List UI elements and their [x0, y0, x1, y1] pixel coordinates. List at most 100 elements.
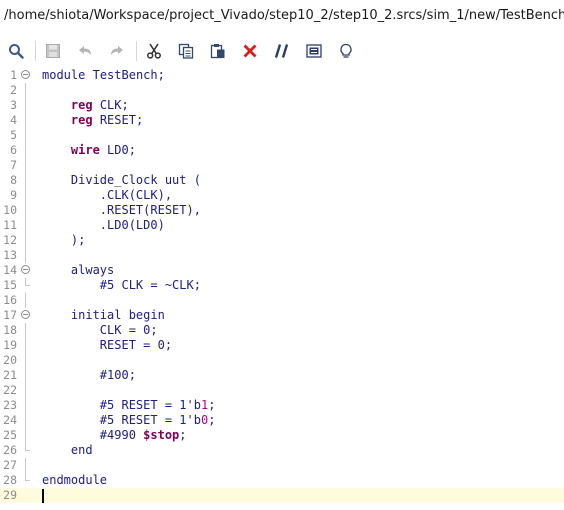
redo-button[interactable]	[104, 39, 130, 63]
code-text: reg CLK;	[42, 98, 129, 113]
toolbar-divider	[136, 41, 137, 61]
copy-button[interactable]	[173, 39, 199, 63]
line-number: 13	[3, 248, 17, 262]
code-line[interactable]: 28 endmodule	[0, 473, 564, 488]
fold-guide	[25, 113, 26, 128]
code-text: endmodule	[42, 473, 107, 488]
line-number: 25	[3, 428, 17, 442]
fold-guide	[25, 338, 26, 353]
line-number: 29	[3, 488, 17, 502]
paste-button[interactable]	[205, 39, 231, 63]
paste-icon	[210, 44, 225, 59]
code-line[interactable]: 18 CLK = 0;	[0, 323, 564, 338]
fold-guide	[25, 353, 26, 368]
code-line[interactable]: 11 .LD0(LD0)	[0, 218, 564, 233]
code-line[interactable]: 25 #4990 $stop;	[0, 428, 564, 443]
code-line[interactable]: 12 );	[0, 233, 564, 248]
lightbulb-icon	[340, 43, 352, 58]
code-token: #4990	[42, 428, 144, 442]
code-line[interactable]: 13	[0, 248, 564, 263]
keyword-token: $stop	[143, 428, 180, 442]
fold-toggle-icon[interactable]	[21, 310, 30, 319]
comment-button[interactable]	[269, 39, 295, 63]
line-number: 2	[10, 83, 17, 97]
code-token: );	[42, 233, 86, 247]
keyword-token: module	[42, 68, 86, 82]
code-token: #5 RESET = 1'b	[42, 413, 201, 427]
code-token: CLK;	[99, 98, 129, 112]
code-text: #4990 $stop;	[42, 428, 187, 443]
fold-guide	[25, 293, 26, 308]
code-line[interactable]: 16	[0, 293, 564, 308]
code-text: .RESET(RESET),	[42, 203, 201, 218]
code-editor[interactable]: 1 module TestBench; 2 3 reg CLK; 4 reg RESET…	[0, 68, 564, 510]
line-number: 21	[3, 368, 17, 382]
fold-guide	[25, 428, 26, 443]
delete-x-icon	[243, 44, 257, 58]
fold-guide	[25, 368, 26, 383]
code-line[interactable]: 15 #5 CLK = ~CLK;	[0, 278, 564, 293]
code-line[interactable]: 2	[0, 83, 564, 98]
code-line[interactable]: 26 end	[0, 443, 564, 458]
code-token: ;	[208, 398, 216, 412]
code-line[interactable]: 14 always	[0, 263, 564, 278]
code-line[interactable]: 23 #5 RESET = 1'b1;	[0, 398, 564, 413]
fold-guide	[25, 233, 26, 248]
fold-toggle-icon[interactable]	[21, 70, 30, 79]
code-line[interactable]: 10 .RESET(RESET),	[0, 203, 564, 218]
fold-guide	[25, 173, 26, 188]
code-line[interactable]: 27	[0, 458, 564, 473]
code-text: #5 RESET = 1'b0;	[42, 413, 216, 428]
line-number: 22	[3, 383, 17, 397]
code-line[interactable]: 7	[0, 158, 564, 173]
code-line[interactable]: 21 #100;	[0, 368, 564, 383]
fold-guide	[25, 248, 26, 263]
fold-guide	[25, 398, 26, 413]
fold-guide	[25, 83, 26, 98]
code-line[interactable]: 19 RESET = 0;	[0, 338, 564, 353]
code-text: Divide_Clock uut (	[42, 173, 201, 188]
block-button[interactable]	[301, 39, 327, 63]
code-line[interactable]: 24 #5 RESET = 1'b0;	[0, 413, 564, 428]
hint-button[interactable]	[333, 39, 359, 63]
code-line[interactable]: 20	[0, 353, 564, 368]
undo-button[interactable]	[72, 39, 98, 63]
line-number: 9	[10, 188, 17, 202]
search-button[interactable]	[3, 39, 29, 63]
cut-button[interactable]	[141, 39, 167, 63]
line-number: 16	[3, 293, 17, 307]
line-number: 12	[3, 233, 17, 247]
code-line[interactable]: 29	[0, 488, 564, 503]
fold-toggle-icon[interactable]	[21, 265, 30, 274]
code-text: RESET = 0;	[42, 338, 172, 353]
line-number: 27	[3, 458, 17, 472]
code-line[interactable]: 17 initial begin	[0, 308, 564, 323]
fold-guide	[25, 218, 26, 233]
code-line[interactable]: 6 wire LD0;	[0, 143, 564, 158]
code-text: .LD0(LD0)	[42, 218, 165, 233]
code-token: RESET = 0;	[42, 338, 173, 352]
delete-button[interactable]	[237, 39, 263, 63]
line-number: 11	[3, 218, 17, 232]
line-number: 3	[10, 98, 17, 112]
code-line[interactable]: 9 .CLK(CLK),	[0, 188, 564, 203]
fold-guide	[25, 143, 26, 158]
code-token: RESET;	[99, 113, 144, 127]
code-line[interactable]: 5	[0, 128, 564, 143]
editor-toolbar	[0, 36, 564, 66]
code-line[interactable]: 1 module TestBench;	[0, 68, 564, 83]
save-button[interactable]	[40, 39, 66, 63]
code-token: #5 RESET = 1'b	[42, 398, 201, 412]
code-token: ;	[179, 428, 187, 442]
fold-guide	[25, 383, 26, 398]
code-line[interactable]: 8 Divide_Clock uut (	[0, 173, 564, 188]
code-token: .CLK(CLK),	[42, 188, 173, 202]
code-line[interactable]: 4 reg RESET;	[0, 113, 564, 128]
code-line[interactable]: 22	[0, 383, 564, 398]
code-line[interactable]: 3 reg CLK;	[0, 98, 564, 113]
code-text: wire LD0;	[42, 143, 136, 158]
keyword-token: wire	[70, 143, 100, 157]
